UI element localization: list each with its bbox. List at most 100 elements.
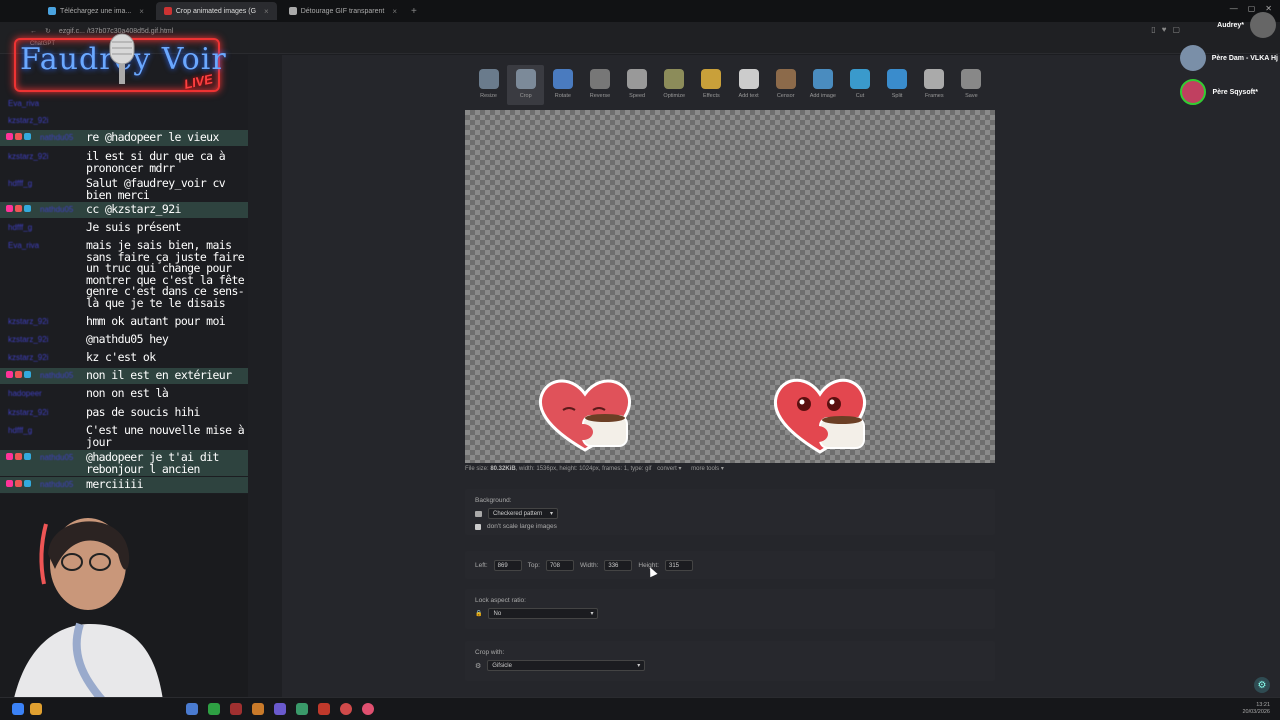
resize-icon: [478, 69, 499, 89]
chat-message: nathdu05 re @hadopeer le vieux: [0, 130, 248, 146]
chat-text: merciiiii: [86, 477, 144, 491]
badge-icon: [6, 453, 13, 460]
badge-icons: [6, 133, 31, 140]
webcam-feed: [0, 494, 248, 720]
chat-username[interactable]: Eva_riva: [8, 99, 39, 108]
badge-icon: [24, 205, 31, 212]
chat-text: kz c'est ok: [86, 350, 156, 364]
tool-frames[interactable]: Frames: [916, 65, 953, 105]
split-icon: [887, 69, 908, 89]
file-details: , width: 1536px, height: 1024px, frames:…: [515, 466, 652, 472]
browser-tab-2[interactable]: Crop animated images (G ×: [155, 2, 277, 20]
tool-effects[interactable]: Effects: [693, 65, 730, 105]
tool-speed[interactable]: Speed: [619, 65, 656, 105]
chat-username[interactable]: nathdu05: [40, 205, 73, 214]
explorer-icon[interactable]: [30, 703, 42, 715]
frames-icon: [924, 69, 945, 89]
sleepy-heart-sticker: [538, 379, 632, 452]
browser-tab-3[interactable]: Détourage GIF transparent ×: [281, 2, 405, 20]
bookmark-icon[interactable]: ♥: [1162, 25, 1167, 34]
app-icon[interactable]: [252, 703, 264, 715]
app-icon[interactable]: [186, 703, 198, 715]
ezgif-toolbar: Resize Crop Rotate Reverse Speed Optimize Effe…: [470, 65, 990, 107]
app-icon[interactable]: [230, 703, 242, 715]
tool-label: Censor: [776, 93, 795, 99]
chat-username[interactable]: kzstarz_92i: [8, 353, 48, 362]
tool-save[interactable]: Save: [953, 65, 990, 105]
voice-user-name: Père Dam - VLKA Hj: [1211, 54, 1278, 62]
chat-username[interactable]: kzstarz_92i: [8, 317, 48, 326]
rotate-icon: [552, 69, 573, 89]
chat-username[interactable]: kzstarz_92i: [8, 152, 48, 161]
dont-scale-checkbox[interactable]: [475, 523, 481, 530]
aspect-select[interactable]: No ▾: [488, 608, 599, 619]
badge-icon: [6, 480, 13, 487]
chat-text: cc @kzstarz_92i: [86, 202, 181, 216]
new-tab-icon[interactable]: +: [411, 6, 417, 17]
tab-close-icon[interactable]: ×: [264, 7, 269, 16]
more-tools-link[interactable]: more tools ▾: [691, 466, 724, 472]
save-icon: [961, 69, 982, 89]
tool-cut[interactable]: Cut: [841, 65, 878, 105]
tool-add-image[interactable]: Add image: [804, 65, 841, 105]
cropwith-select[interactable]: Gifsicle ▾: [487, 660, 646, 671]
chrome-icon[interactable]: [208, 703, 220, 715]
background-select[interactable]: Checkered pattern ▾: [488, 508, 558, 519]
effects-icon: [701, 69, 722, 89]
chat-username[interactable]: kzstarz_92i: [8, 335, 48, 344]
width-label: Width:: [579, 562, 599, 569]
badge-icon: [15, 371, 22, 378]
chat-username[interactable]: Eva_riva: [8, 241, 39, 250]
aspect-panel: Lock aspect ratio: 🔒 No ▾: [465, 589, 995, 629]
chat-username[interactable]: hdfff_g: [8, 223, 32, 232]
filezilla-icon[interactable]: [318, 703, 330, 715]
tool-label: Save: [965, 93, 978, 99]
tool-label: Effects: [703, 93, 720, 99]
height-input[interactable]: 315: [664, 560, 693, 571]
width-input[interactable]: 336: [604, 560, 633, 571]
convert-link[interactable]: convert ▾: [657, 466, 681, 472]
chat-username[interactable]: nathdu05: [40, 480, 73, 489]
extension-icon[interactable]: ▯: [1151, 25, 1155, 34]
obs-icon[interactable]: [340, 703, 352, 715]
system-clock[interactable]: 13:21 20/03/2026: [1242, 702, 1270, 716]
tool-split[interactable]: Split: [879, 65, 916, 105]
tool-rotate[interactable]: Rotate: [544, 65, 581, 105]
badge-icons: [6, 205, 31, 212]
chat-username[interactable]: nathdu05: [40, 453, 73, 462]
chat-username[interactable]: kzstarz_92i: [8, 116, 48, 125]
tool-censor[interactable]: Censor: [767, 65, 804, 105]
discord-icon[interactable]: [274, 703, 286, 715]
top-input[interactable]: 708: [545, 560, 574, 571]
tab-favicon-icon: [163, 7, 172, 15]
chat-message: kzstarz_92i pas de soucis hihi: [0, 405, 248, 421]
browser-tab-1[interactable]: Téléchargez une ima... ×: [40, 2, 152, 20]
chat-username[interactable]: hdfff_g: [8, 426, 32, 435]
tab-close-icon[interactable]: ×: [392, 7, 397, 16]
badge-icons: [6, 453, 31, 460]
tab-close-icon[interactable]: ×: [139, 7, 144, 16]
chat-text: hmm ok autant pour moi: [86, 314, 226, 328]
chat-username[interactable]: nathdu05: [40, 133, 73, 142]
top-label: Top:: [527, 562, 540, 569]
start-icon[interactable]: [12, 703, 24, 715]
tool-resize[interactable]: Resize: [470, 65, 507, 105]
chat-username[interactable]: hadopeer: [8, 389, 42, 398]
chat-username[interactable]: kzstarz_92i: [8, 408, 48, 417]
chat-message: hdfff_g Je suis présent: [0, 220, 248, 236]
ezgif-page: Resize Crop Rotate Reverse Speed Optimize Effe…: [248, 55, 1280, 697]
app-icon[interactable]: [296, 703, 308, 715]
tool-crop[interactable]: Crop: [507, 65, 545, 105]
chat-username[interactable]: nathdu05: [40, 371, 73, 380]
sidepanel-icon[interactable]: ▢: [1172, 25, 1180, 34]
background-title: Background:: [475, 497, 512, 504]
chat-username[interactable]: hdfff_g: [8, 179, 32, 188]
streamer-webcam-image: [0, 494, 248, 720]
tool-optimize[interactable]: Optimize: [656, 65, 693, 105]
left-input[interactable]: 869: [493, 560, 522, 571]
image-canvas[interactable]: [465, 110, 995, 463]
tool-reverse[interactable]: Reverse: [581, 65, 618, 105]
settings-gear-icon[interactable]: ⚙: [1254, 677, 1270, 693]
opera-icon[interactable]: [362, 703, 374, 715]
tool-add-text[interactable]: Add text: [730, 65, 767, 105]
